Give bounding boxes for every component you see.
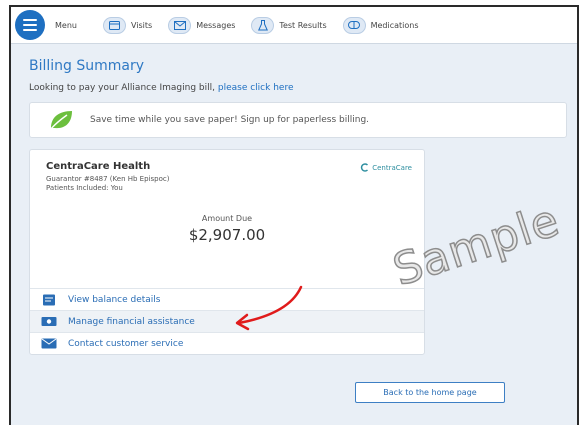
- manage-financial-assistance-link[interactable]: Manage financial assistance: [30, 310, 424, 332]
- contact-customer-service-link[interactable]: Contact customer service: [30, 332, 424, 354]
- document-icon: [40, 294, 58, 306]
- provider-logo: CentraCare: [360, 163, 412, 172]
- page-title: Billing Summary: [29, 58, 145, 74]
- nav-label-medications: Medications: [370, 20, 419, 30]
- nav-item-visits[interactable]: Visits: [102, 16, 153, 34]
- pay-prompt-text: Looking to pay your Alliance Imaging bil…: [29, 83, 215, 93]
- menu-button[interactable]: [15, 10, 45, 40]
- app-frame: Menu Visits Messages Test Results Medica…: [9, 5, 579, 425]
- back-home-button[interactable]: Back to the home page: [355, 382, 505, 403]
- view-balance-label: View balance details: [68, 294, 161, 305]
- leaf-icon: [49, 111, 72, 131]
- annotation-arrow-icon: [235, 285, 303, 331]
- money-icon: [40, 316, 58, 328]
- nav-item-messages[interactable]: Messages: [168, 16, 236, 34]
- hamburger-icon: [23, 19, 37, 21]
- menu-label[interactable]: Menu: [55, 21, 77, 30]
- nav-label-visits: Visits: [130, 20, 153, 30]
- manage-financial-assistance-label: Manage financial assistance: [68, 316, 195, 327]
- card-links: View balance details Manage financial as…: [30, 288, 424, 354]
- guarantor-info: Guarantor #8487 (Ken Hb Epispoc): [46, 175, 170, 183]
- logo-mark-icon: [361, 163, 369, 172]
- paperless-text: Save time while you save paper! Sign up …: [90, 115, 370, 125]
- patients-included: Patients Included: You: [46, 184, 123, 192]
- amount-due-label: Amount Due: [201, 214, 253, 223]
- billing-card: CentraCare Health Guarantor #8487 (Ken H…: [29, 149, 425, 355]
- envelope-icon: [168, 16, 192, 34]
- pay-link[interactable]: please click here: [218, 83, 294, 93]
- amount-due-value: $2,907.00: [188, 226, 266, 244]
- logo-text: CentraCare: [372, 163, 412, 172]
- nav-label-test-results: Test Results: [279, 20, 327, 30]
- contact-customer-service-label: Contact customer service: [68, 338, 184, 349]
- pill-icon: [342, 16, 366, 34]
- view-balance-link[interactable]: View balance details: [30, 288, 424, 310]
- flask-icon: [251, 16, 275, 34]
- nav-item-medications[interactable]: Medications: [342, 16, 419, 34]
- mail-icon: [40, 338, 58, 350]
- top-nav: Menu Visits Messages Test Results Medica…: [11, 7, 577, 44]
- pay-prompt: Looking to pay your Alliance Imaging bil…: [29, 83, 293, 93]
- calendar-icon: [102, 16, 126, 34]
- nav-item-test-results[interactable]: Test Results: [251, 16, 327, 34]
- nav-label-messages: Messages: [196, 20, 236, 30]
- provider-name: CentraCare Health: [46, 161, 151, 172]
- paperless-banner[interactable]: Save time while you save paper! Sign up …: [29, 102, 567, 138]
